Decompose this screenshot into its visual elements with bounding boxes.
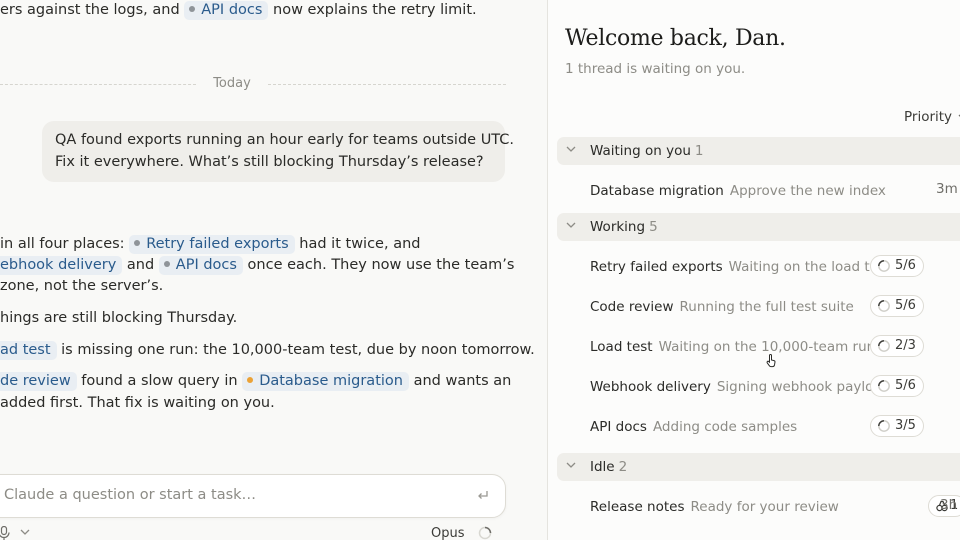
progress-pill: 3/5 [870, 415, 924, 437]
thread-row-retry-failed-exports[interactable]: Retry failed exports Waiting on the load … [590, 255, 960, 278]
assistant-text-line: ad test is missing one run: the 10,000-t… [0, 341, 535, 360]
assistant-text-line: hings are still blocking Thursday. [0, 310, 238, 326]
assistant-text-line: ebhook delivery and API docs once each. … [0, 256, 515, 275]
status-dot-icon [163, 261, 170, 267]
assistant-text-line: added first. That fix is waiting on you. [0, 395, 275, 411]
thread-chip-api-docs[interactable]: API docs [158, 256, 243, 275]
spinner-icon [478, 526, 492, 540]
waiting-summary: 1 thread is waiting on you. [565, 61, 746, 77]
thread-time: 3m [936, 181, 958, 197]
threads-panel: Welcome back, Dan. 1 thread is waiting o… [547, 0, 960, 540]
progress-pill: 5/6 [870, 255, 924, 277]
enter-icon[interactable] [475, 487, 491, 503]
spinner-icon [878, 340, 890, 352]
date-divider: Today [0, 76, 506, 91]
message-composer[interactable]: Claude a question or start a task… [0, 474, 506, 518]
status-dot-icon [189, 6, 196, 12]
user-message-line: QA found exports running an hour early f… [55, 132, 515, 148]
thread-row-release-notes[interactable]: Release notes Ready for your review 1 3h [590, 495, 960, 518]
group-header-idle[interactable]: Idle 2 [557, 453, 960, 481]
spinner-icon [878, 300, 890, 312]
progress-pill: 5/6 [870, 375, 924, 397]
thread-row-webhook-delivery[interactable]: Webhook delivery Signing webhook payloads… [590, 375, 960, 398]
assistant-text-line: ers against the logs, and API docs now e… [0, 1, 477, 20]
thread-row-database-migration[interactable]: Database migration Approve the new index … [590, 180, 960, 202]
thread-chip-code-review[interactable]: de review [0, 372, 77, 391]
progress-pill: 2/3 [870, 335, 924, 357]
composer-placeholder: Claude a question or start a task… [4, 487, 257, 503]
assistant-text-line: de review found a slow query in Database… [0, 372, 512, 391]
chat-pane: ers against the logs, and API docs now e… [0, 0, 547, 540]
group-header-working[interactable]: Working 5 [557, 213, 960, 241]
date-divider-label: Today [213, 76, 251, 91]
thread-row-code-review[interactable]: Code review Running the full test suite 5… [590, 295, 960, 318]
hand-cursor-icon [766, 354, 776, 368]
model-selector[interactable]: Opus [431, 526, 465, 540]
thread-chip-retry-failed-exports[interactable]: Retry failed exports [129, 235, 295, 254]
spinner-icon [878, 420, 890, 432]
assistant-text-line: in all four places: Retry failed exports… [0, 235, 421, 254]
assistant-text-line: zone, not the server’s. [0, 278, 164, 294]
chevron-down-icon[interactable] [20, 529, 30, 535]
sort-dropdown[interactable]: Priority [904, 109, 960, 125]
thread-row-api-docs[interactable]: API docs Adding code samples 3/5 [590, 415, 960, 438]
thread-chip-load-test[interactable]: ad test [0, 341, 57, 360]
composer-toolbar: Opus [0, 523, 506, 540]
user-message-bubble: QA found exports running an hour early f… [42, 121, 515, 182]
chevron-down-icon [566, 146, 576, 152]
status-dot-icon [134, 240, 141, 246]
spinner-icon [878, 260, 890, 272]
thread-chip-api-docs[interactable]: API docs [184, 1, 269, 20]
status-dot-icon [247, 377, 254, 383]
welcome-heading: Welcome back, Dan. [565, 26, 786, 51]
spinner-icon [878, 380, 890, 392]
chevron-down-icon [566, 222, 576, 228]
microphone-icon[interactable] [0, 526, 10, 540]
group-header-waiting-on-you[interactable]: Waiting on you 1 [557, 137, 960, 165]
thread-chip-database-migration[interactable]: Database migration [242, 372, 409, 391]
progress-pill: 5/6 [870, 295, 924, 317]
thread-time: 3h [940, 497, 958, 513]
user-message-line: Fix it everywhere. What’s still blocking… [55, 153, 484, 170]
thread-chip-webhook-delivery[interactable]: ebhook delivery [0, 256, 123, 275]
chevron-down-icon [566, 462, 576, 468]
